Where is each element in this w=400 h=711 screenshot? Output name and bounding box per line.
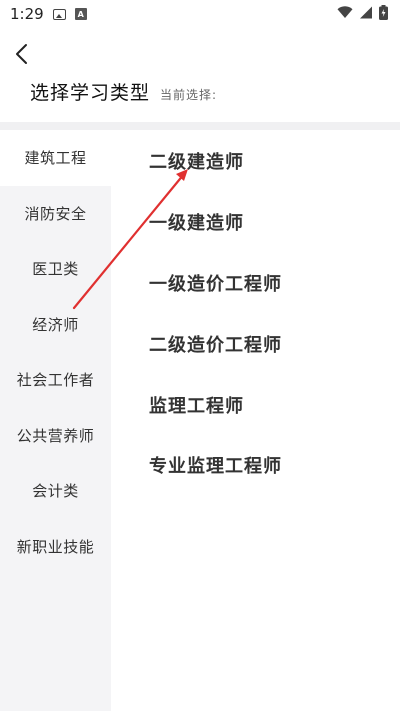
status-time: 1:29	[10, 5, 44, 23]
course-item[interactable]: 专业监理工程师	[149, 452, 282, 478]
back-button[interactable]	[8, 40, 36, 68]
course-item[interactable]: 一级造价工程师	[149, 270, 282, 296]
course-item[interactable]: 监理工程师	[149, 392, 244, 418]
status-right	[337, 4, 388, 24]
back-arrow-icon	[16, 44, 27, 64]
current-selection-label: 当前选择:	[160, 88, 218, 102]
sidebar-item-medical[interactable]: 医卫类	[0, 241, 111, 297]
sidebar-item-construction[interactable]: 建筑工程	[0, 130, 111, 186]
sidebar-item-economist[interactable]: 经济师	[0, 297, 111, 353]
course-item[interactable]: 一级建造师	[149, 209, 244, 235]
sidebar-item-fire-safety[interactable]: 消防安全	[0, 186, 111, 242]
title-row: 选择学习类型 当前选择:	[30, 78, 217, 105]
sidebar-item-new-skills[interactable]: 新职业技能	[0, 519, 111, 575]
wifi-icon	[337, 5, 353, 23]
image-notification-icon	[52, 8, 66, 20]
page-title: 选择学习类型	[30, 82, 151, 104]
app-notification-icon: A	[74, 8, 87, 20]
battery-icon	[379, 4, 388, 24]
signal-icon	[359, 5, 373, 23]
header: 选择学习类型 当前选择:	[0, 28, 400, 122]
course-list: 二级建造师 一级建造师 一级造价工程师 二级造价工程师 监理工程师 专业监理工程…	[111, 130, 400, 711]
status-bar: 1:29 A	[0, 0, 400, 28]
status-left: 1:29 A	[10, 5, 87, 23]
sidebar-item-social-worker[interactable]: 社会工作者	[0, 352, 111, 408]
course-item[interactable]: 二级建造师	[149, 148, 244, 174]
section-divider	[0, 122, 400, 130]
category-sidebar: 建筑工程 消防安全 医卫类 经济师 社会工作者 公共营养师 会计类 新职业技能	[0, 130, 111, 711]
course-item[interactable]: 二级造价工程师	[149, 331, 282, 357]
sidebar-item-nutritionist[interactable]: 公共营养师	[0, 408, 111, 464]
sidebar-item-accounting[interactable]: 会计类	[0, 463, 111, 519]
